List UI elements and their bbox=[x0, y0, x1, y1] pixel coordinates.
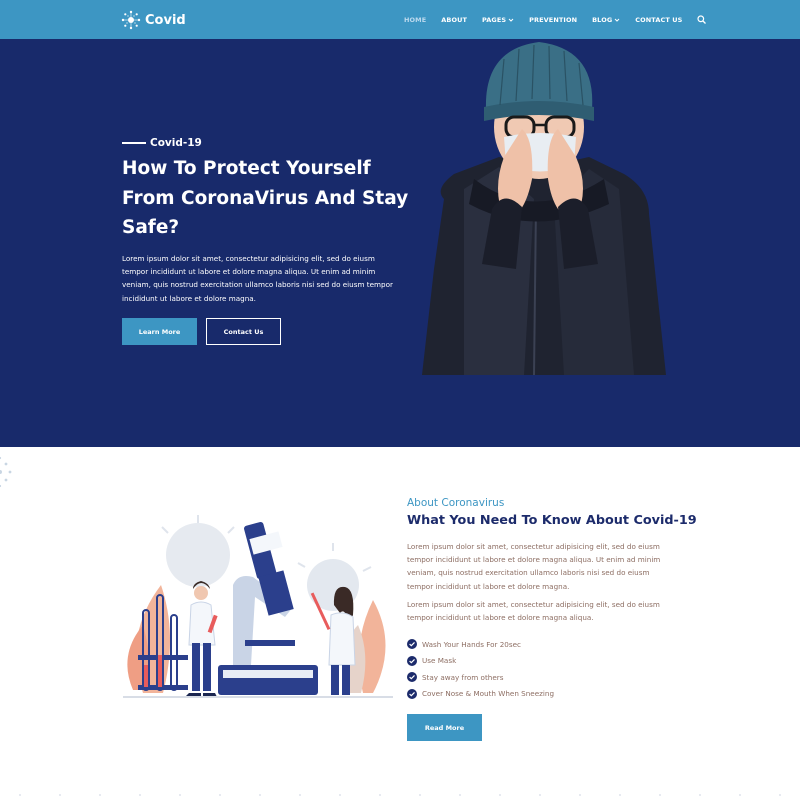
nav-label: ABOUT bbox=[441, 15, 468, 24]
brand-logo-link[interactable]: Covid bbox=[121, 9, 186, 31]
hero-kicker-text: Covid-19 bbox=[150, 137, 202, 149]
list-item: Stay away from others bbox=[407, 669, 554, 686]
woman-with-mask-image bbox=[422, 42, 666, 375]
check-circle-icon bbox=[407, 672, 417, 683]
list-item: Cover Nose & Mouth When Sneezing bbox=[407, 686, 554, 703]
list-item: Wash Your Hands For 20sec bbox=[407, 636, 554, 653]
nav-label: PREVENTION bbox=[529, 15, 578, 24]
checklist-text: Cover Nose & Mouth When Sneezing bbox=[422, 689, 555, 699]
nav-item-about[interactable]: ABOUT bbox=[441, 16, 467, 24]
about-title: What You Need To Know About Covid-19 bbox=[407, 513, 697, 528]
main-nav: HOME ABOUT PAGES PREVENTION BLOG CONTACT… bbox=[404, 13, 707, 26]
read-more-button[interactable]: Read More bbox=[407, 714, 482, 741]
chevron-down-icon bbox=[508, 18, 514, 22]
hero-description: Lorem ipsum dolor sit amet, consectetur … bbox=[122, 254, 393, 303]
about-paragraph-1: Lorem ipsum dolor sit amet, consectetur … bbox=[407, 542, 661, 591]
search-icon[interactable] bbox=[697, 15, 707, 24]
nav-label: HOME bbox=[404, 15, 427, 24]
decorative-dots bbox=[19, 794, 781, 796]
check-circle-icon bbox=[407, 639, 417, 650]
brand-name: Covid bbox=[145, 12, 186, 28]
chevron-down-icon bbox=[614, 18, 620, 22]
nav-item-blog[interactable]: BLOG bbox=[592, 16, 620, 24]
hero-kicker: Covid-19 bbox=[122, 137, 202, 149]
checklist-text: Use Mask bbox=[422, 656, 457, 666]
hero-section: Covid-19 How To Protect Yourself From Co… bbox=[0, 39, 800, 447]
nav-label: CONTACT US bbox=[635, 15, 683, 24]
navbar: Covid HOME ABOUT PAGES PREVENTION BLOG C… bbox=[0, 0, 800, 39]
lab-research-illustration bbox=[123, 515, 393, 698]
nav-item-pages[interactable]: PAGES bbox=[482, 16, 514, 24]
nav-item-prevention[interactable]: PREVENTION bbox=[529, 16, 577, 24]
checklist-text: Stay away from others bbox=[422, 672, 504, 682]
contact-us-button[interactable]: Contact Us bbox=[206, 318, 281, 345]
check-circle-icon bbox=[407, 688, 417, 699]
about-kicker: About Coronavirus bbox=[407, 497, 505, 509]
list-item: Use Mask bbox=[407, 653, 554, 670]
kicker-line bbox=[122, 142, 146, 144]
virus-logo-icon bbox=[121, 10, 141, 30]
prevention-checklist: Wash Your Hands For 20sec Use Mask Stay … bbox=[407, 636, 554, 702]
nav-item-contact-us[interactable]: CONTACT US bbox=[635, 16, 682, 24]
learn-more-button[interactable]: Learn More bbox=[122, 318, 197, 345]
nav-label: BLOG bbox=[592, 15, 613, 24]
checklist-text: Wash Your Hands For 20sec bbox=[422, 639, 521, 649]
nav-label: PAGES bbox=[482, 15, 507, 24]
check-circle-icon bbox=[407, 655, 417, 666]
about-paragraph-2: Lorem ipsum dolor sit amet, consectetur … bbox=[407, 600, 660, 623]
virus-decoration-icon bbox=[0, 456, 12, 488]
hero-title: How To Protect Yourself From CoronaVirus… bbox=[122, 158, 409, 238]
nav-item-home[interactable]: HOME bbox=[404, 16, 426, 24]
